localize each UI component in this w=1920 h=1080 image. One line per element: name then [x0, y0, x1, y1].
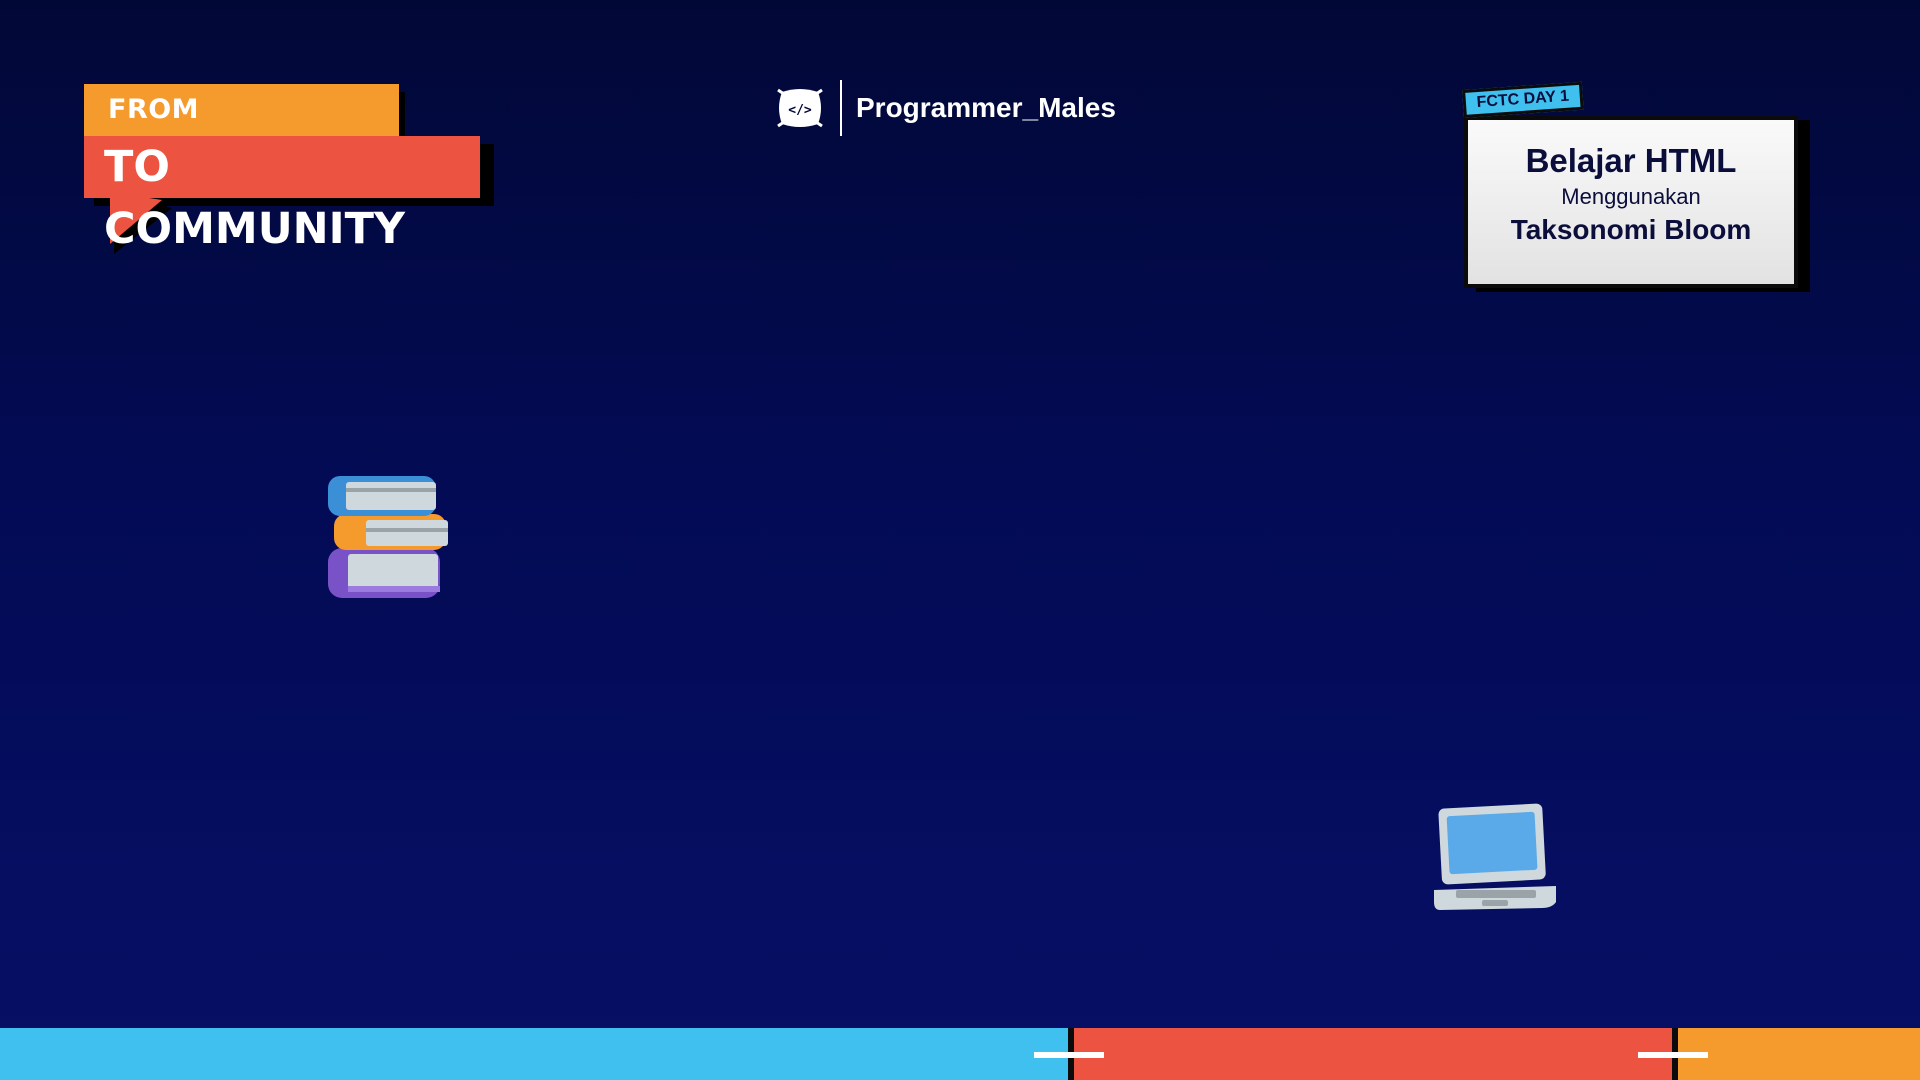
brand-header: </> Programmer_Males — [776, 80, 1116, 136]
svg-text:</>: </> — [788, 103, 812, 118]
bottom-dash-1 — [1034, 1052, 1104, 1058]
day-tag: FCTC DAY 1 — [1462, 81, 1584, 118]
card-subtitle: Menggunakan — [1561, 184, 1701, 209]
brand-name: Programmer_Males — [856, 92, 1116, 123]
bottom-bar-orange — [1678, 1028, 1920, 1080]
books-icon — [328, 476, 448, 598]
from-community-to-community-logo: From Community To Community — [80, 84, 500, 254]
banner-line-to: To Community — [84, 136, 480, 254]
session-info-card: Belajar HTML Menggunakan Taksonomi Bloom… — [1462, 81, 1812, 298]
card-subtitle-bold: Taksonomi Bloom — [1510, 214, 1752, 245]
laptop-icon — [1434, 803, 1556, 910]
brand-divider — [840, 80, 842, 136]
card-title: Belajar HTML — [1525, 142, 1737, 179]
bottom-bar-red — [1074, 1028, 1672, 1080]
bottom-color-bar — [0, 1028, 1920, 1080]
card-body: Belajar HTML Menggunakan Taksonomi Bloom — [1464, 116, 1798, 288]
bottom-dash-2 — [1638, 1052, 1708, 1058]
bottom-bar-blue — [0, 1028, 1068, 1080]
banner-line-from: From Community — [84, 84, 399, 177]
code-pillow-icon: </> — [777, 88, 823, 128]
